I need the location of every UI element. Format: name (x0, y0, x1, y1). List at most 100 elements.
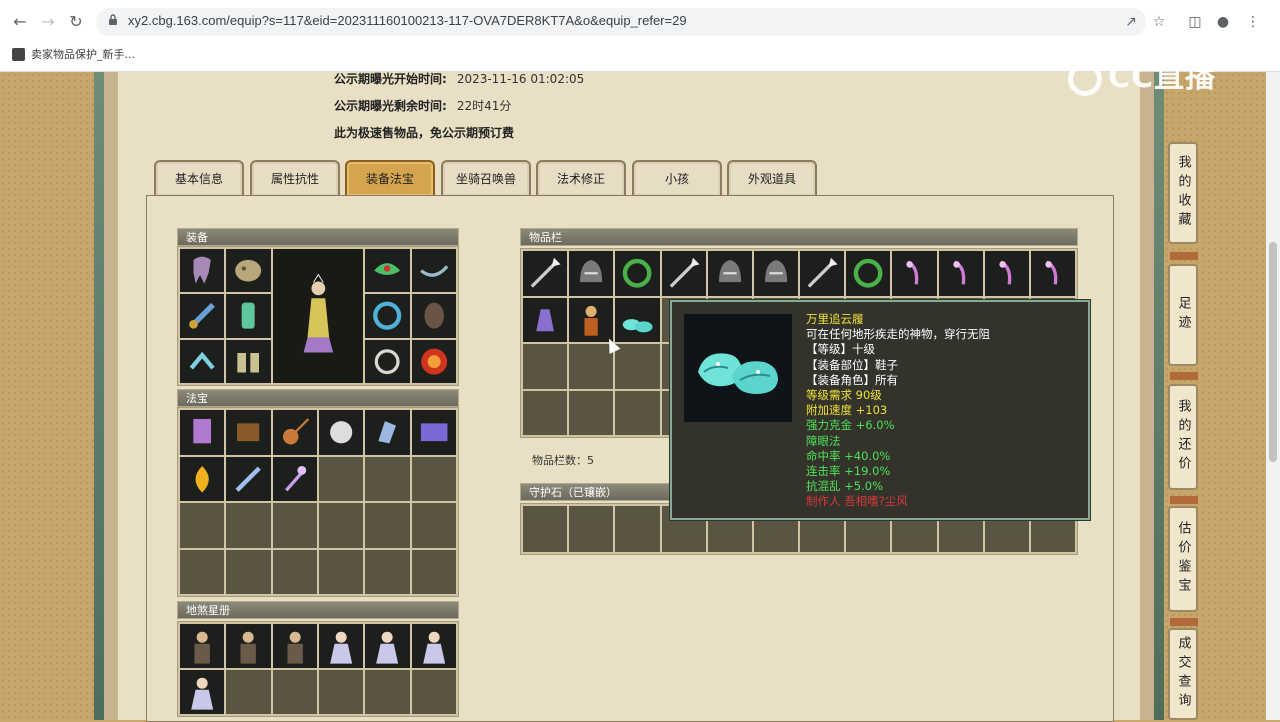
item-slot[interactable] (846, 251, 891, 296)
empty-slot[interactable] (523, 506, 568, 552)
item-slot[interactable] (661, 251, 706, 296)
scrollbar-thumb[interactable] (1269, 242, 1277, 462)
item-slot[interactable] (707, 251, 752, 296)
item-slot[interactable] (615, 297, 660, 342)
item-slot[interactable] (938, 251, 983, 296)
empty-slot[interactable] (272, 549, 317, 594)
item-slot[interactable] (800, 251, 845, 296)
equip-slot[interactable] (226, 339, 271, 383)
equip-slot[interactable] (226, 249, 271, 293)
fast-sale-note: 此为极速售物品，免公示期预订费 (334, 126, 515, 140)
empty-slot[interactable] (569, 506, 614, 552)
empty-slot[interactable] (411, 549, 456, 594)
equip-slot[interactable] (180, 294, 225, 338)
item-slot[interactable] (226, 410, 271, 455)
tab-equipment[interactable]: 装备法宝 (345, 160, 435, 196)
empty-slot[interactable] (180, 503, 225, 548)
item-slot[interactable] (753, 251, 798, 296)
sidebar-history[interactable]: 足迹 (1168, 264, 1198, 366)
item-slot[interactable] (180, 456, 225, 501)
item-slot[interactable] (272, 456, 317, 501)
item-slot[interactable] (180, 624, 225, 668)
item-slot[interactable] (892, 251, 937, 296)
address-bar[interactable]: xy2.cbg.163.com/equip?s=117&eid=20231116… (96, 8, 1146, 36)
empty-slot[interactable] (365, 456, 410, 501)
star-icon[interactable]: ☆ (1150, 13, 1168, 31)
share-icon[interactable]: ↗ (1122, 13, 1140, 31)
empty-slot[interactable] (226, 670, 271, 714)
item-slot[interactable] (569, 297, 614, 342)
item-slot[interactable] (523, 251, 568, 296)
empty-slot[interactable] (272, 670, 317, 714)
empty-slot[interactable] (615, 390, 660, 435)
forward-icon[interactable]: → (38, 12, 58, 32)
tab-child[interactable]: 小孩 (632, 160, 722, 196)
empty-slot[interactable] (523, 344, 568, 389)
equip-slot[interactable] (411, 249, 456, 293)
equip-slot[interactable] (180, 249, 225, 293)
empty-slot[interactable] (226, 549, 271, 594)
item-slot[interactable] (180, 670, 225, 714)
item-slot[interactable] (318, 410, 364, 455)
item-slot[interactable] (411, 410, 456, 455)
item-slot[interactable] (180, 410, 225, 455)
item-slot[interactable] (272, 410, 317, 455)
empty-slot[interactable] (615, 344, 660, 389)
equip-slot[interactable] (365, 294, 410, 338)
sidebar-transactions[interactable]: 成交查询 (1168, 628, 1198, 720)
tab-attributes[interactable]: 属性抗性 (250, 160, 340, 196)
cc-live-logo: CC直播 (1068, 52, 1216, 96)
item-slot[interactable] (272, 624, 317, 668)
menu-icon[interactable]: ⋮ (1244, 13, 1262, 31)
tab-basic-info[interactable]: 基本信息 (154, 160, 244, 196)
inventory-count: 物品栏数：5 (532, 454, 594, 467)
empty-slot[interactable] (318, 456, 364, 501)
sidebar-counteroffer[interactable]: 我的还价 (1168, 384, 1198, 490)
empty-slot[interactable] (180, 549, 225, 594)
item-slot[interactable] (226, 456, 271, 501)
tab-mounts-pets[interactable]: 坐骑召唤兽 (441, 160, 531, 196)
empty-slot[interactable] (523, 390, 568, 435)
tab-spell-mods[interactable]: 法术修正 (536, 160, 626, 196)
empty-slot[interactable] (411, 456, 456, 501)
equip-slot[interactable] (411, 294, 456, 338)
profile-icon[interactable]: ● (1214, 13, 1232, 31)
bookmark-item[interactable]: 卖家物品保护_新手... (12, 46, 135, 62)
sidebar-appraisal[interactable]: 估价鉴宝 (1168, 506, 1198, 612)
empty-slot[interactable] (615, 506, 660, 552)
tab-appearance[interactable]: 外观道具 (727, 160, 817, 196)
empty-slot[interactable] (365, 503, 410, 548)
empty-slot[interactable] (569, 344, 614, 389)
empty-slot[interactable] (365, 670, 410, 714)
item-slot[interactable] (615, 251, 660, 296)
equip-slot[interactable] (226, 294, 271, 338)
item-slot[interactable] (365, 410, 410, 455)
empty-slot[interactable] (411, 670, 456, 714)
item-slot[interactable] (1030, 251, 1075, 296)
back-icon[interactable]: ← (10, 12, 30, 32)
item-slot[interactable] (523, 297, 568, 342)
sidebar-favorites[interactable]: 我的收藏 (1168, 142, 1198, 244)
empty-slot[interactable] (411, 503, 456, 548)
item-slot[interactable] (318, 624, 364, 668)
empty-slot[interactable] (272, 503, 317, 548)
sidepanel-icon[interactable]: ◫ (1186, 13, 1204, 31)
empty-slot[interactable] (226, 503, 271, 548)
equip-slot[interactable] (180, 339, 225, 383)
reload-icon[interactable]: ↻ (66, 12, 86, 32)
empty-slot[interactable] (318, 549, 364, 594)
equip-slot[interactable] (411, 339, 456, 383)
item-slot[interactable] (984, 251, 1029, 296)
item-slot[interactable] (569, 251, 614, 296)
item-slot[interactable] (365, 624, 410, 668)
right-frame-inner (1140, 72, 1154, 720)
empty-slot[interactable] (569, 390, 614, 435)
empty-slot[interactable] (318, 503, 364, 548)
equip-slot[interactable] (365, 339, 410, 383)
empty-slot[interactable] (365, 549, 410, 594)
equip-slot[interactable] (365, 249, 410, 293)
empty-slot[interactable] (318, 670, 364, 714)
item-slot[interactable] (226, 624, 271, 668)
item-slot[interactable] (411, 624, 456, 668)
url-text[interactable]: xy2.cbg.163.com/equip?s=117&eid=20231116… (128, 13, 687, 28)
